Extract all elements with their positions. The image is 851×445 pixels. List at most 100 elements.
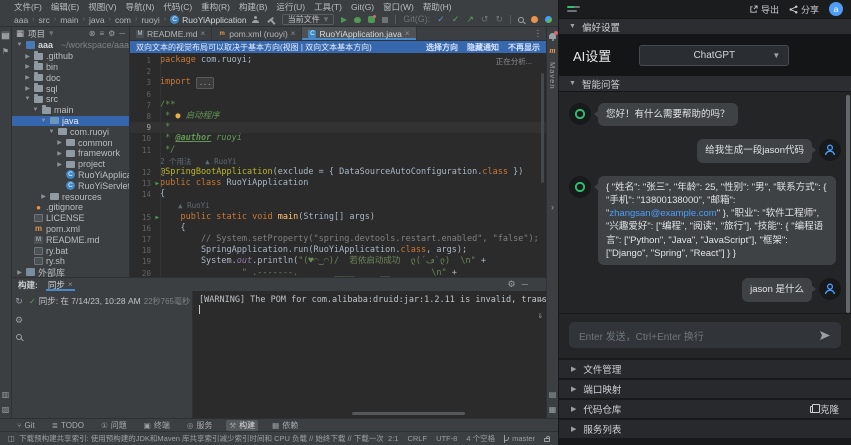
tree-chevron-icon[interactable]: ▶ [16,269,23,276]
user-avatar[interactable]: a [829,2,843,16]
run-configuration-select[interactable]: 当前文件 ▾ [282,14,335,25]
hide-panel-icon[interactable]: ─ [119,29,125,38]
favorites-icon[interactable]: ▥ [2,390,10,399]
console-settings-icon[interactable]: ⚙ [508,279,516,290]
tree-row[interactable]: LICENSE [12,213,129,224]
coverage-button[interactable] [368,16,375,23]
share-button[interactable]: 分享 [789,3,819,16]
tree-row[interactable]: ▶bin [12,62,129,73]
tree-chevron-icon[interactable]: ▼ [32,107,39,113]
tree-chevron-icon[interactable]: ▶ [24,85,31,92]
section-服务列表[interactable]: ▶服务列表 [559,418,851,438]
banner-action[interactable]: 选择方向 [426,42,458,53]
tree-row[interactable]: ▼main [12,105,129,116]
tab-close-icon[interactable]: × [291,29,296,38]
tree-row[interactable]: ▶.github [12,51,129,62]
toolwindow-button-问题[interactable]: ①问题 [98,420,130,431]
tab-close-icon[interactable]: × [201,29,206,38]
menu-item[interactable]: 构建(B) [239,1,267,13]
git-history-icon[interactable]: ↺ [481,15,489,24]
problems-stripe-icon[interactable]: ▦ [549,405,557,414]
editor-tab[interactable]: CRuoYiApplication.java× [302,27,416,40]
tree-row[interactable]: ▶framework [12,148,129,159]
caret-position[interactable]: 2:1 [388,434,398,443]
toolwindow-button-终端[interactable]: ▣终端 [141,420,173,431]
project-toolwindow-button[interactable]: ▤ [1,31,11,40]
breadcrumb-item[interactable]: java [89,15,105,25]
line-ending[interactable]: CRLF [407,434,427,443]
banner-action[interactable]: 不再显示 [508,42,540,53]
scroll-to-end-icon[interactable]: ⇓ [538,311,543,321]
menu-item[interactable]: 导航(N) [126,1,155,13]
tree-row[interactable]: CRuoYiApplication [12,170,129,181]
toolwindow-button-依赖[interactable]: ▦依赖 [269,420,301,431]
menu-item[interactable]: 编辑(E) [51,1,79,13]
user-account-icon[interactable] [252,16,259,23]
editor-tab[interactable]: MREADME.md× [130,27,212,40]
panel-settings-icon[interactable]: ⚙ [108,29,115,38]
section-端口映射[interactable]: ▶端口映射 [559,378,851,398]
bookmarks-icon[interactable]: ⚑ [2,47,9,56]
send-icon[interactable] [819,330,831,341]
breadcrumb-item[interactable]: aaa [14,15,28,25]
menu-item[interactable]: 工具(T) [314,1,342,13]
toolwindow-button-todo[interactable]: ≣TODO [49,420,87,431]
section-代码仓库[interactable]: ▶代码仓库克隆 [559,398,851,418]
breadcrumb-item[interactable]: src [39,15,50,25]
stop-button[interactable] [382,17,388,23]
project-panel-title[interactable]: 项目 [28,28,45,40]
code-editor[interactable]: 正在分析... 1package com.ruoyi;23import ...6… [130,53,546,277]
git-push-icon[interactable]: ↗ [466,15,474,24]
tree-row[interactable]: ry.bat [12,245,129,256]
tree-chevron-icon[interactable]: ▼ [48,129,55,135]
tree-chevron-icon[interactable]: ▶ [24,63,31,70]
build-hammer-icon[interactable] [267,16,274,22]
breadcrumb-leaf[interactable]: CRuoYiApplication [170,15,246,25]
filter-icon[interactable]: ⚙ [15,315,23,326]
export-button[interactable]: 导出 [749,3,779,16]
editor-scrollbar[interactable] [541,73,544,183]
git-branch-widget[interactable]: master [504,434,535,443]
console-minimize-icon[interactable]: ─ [522,279,528,290]
folded-imports[interactable]: ... [196,77,215,88]
editor-tab[interactable]: mpom.xml (ruoyi)× [212,27,302,40]
tree-chevron-icon[interactable]: ▼ [40,118,47,124]
close-icon[interactable]: × [68,280,73,289]
tree-row[interactable]: mpom.xml [12,224,129,235]
menu-item[interactable]: 帮助(H) [423,1,452,13]
ide-status-icon[interactable] [545,16,552,23]
tree-row[interactable]: ▼java [12,116,129,127]
search-everywhere-icon[interactable] [518,17,524,23]
breadcrumb-item[interactable]: ruoyi [141,15,159,25]
toolwindow-button-git[interactable]: ⑂Git [14,420,38,431]
tree-chevron-icon[interactable]: ▶ [56,150,63,157]
run-gutter-icon[interactable]: ▶ [155,178,159,189]
tree-row[interactable]: ▶common [12,137,129,148]
maven-icon[interactable]: m [549,46,555,55]
preferences-section-header[interactable]: ▼ 偏好设置 [559,18,851,35]
menu-item[interactable]: 窗口(W) [383,1,414,13]
git-rollback-icon[interactable]: ↻ [495,15,503,24]
tree-chevron-icon[interactable]: ▶ [56,139,63,146]
tree-row[interactable]: ▶doc [12,72,129,83]
menu-item[interactable]: 运行(U) [276,1,305,13]
tree-chevron-icon[interactable]: ▼ [24,96,31,102]
tree-chevron-icon[interactable]: ▶ [24,53,31,60]
panel-scrollbar[interactable] [846,95,850,313]
menu-item[interactable]: 重构(R) [201,1,230,13]
resync-icon[interactable]: ↻ [15,296,23,307]
sync-status-row[interactable]: ✓ 同步: 在 7/14/23, 10:28 AM 22秒765毫秒 [29,295,189,307]
breadcrumb-item[interactable]: com [115,15,131,25]
indent-setting[interactable]: 4 个空格 [466,433,495,444]
menu-item[interactable]: Git(G) [351,2,374,12]
structure-icon[interactable]: ▧ [2,405,10,414]
soft-wrap-icon[interactable]: ↵ [538,295,543,305]
tree-row[interactable]: ▼aaa [ruoyi]~/workspace/aaa [12,40,129,51]
horizontal-scrollbar[interactable] [352,412,465,415]
expand-stripe-icon[interactable]: › [551,202,554,212]
menu-item[interactable]: 代码(C) [163,1,192,13]
console-tab-sync[interactable]: 同步 × [46,278,75,291]
git-update-icon[interactable]: ✓ [437,15,445,24]
tree-row[interactable]: ●.gitignore [12,202,129,213]
locate-file-icon[interactable]: ⊗ [89,29,96,38]
